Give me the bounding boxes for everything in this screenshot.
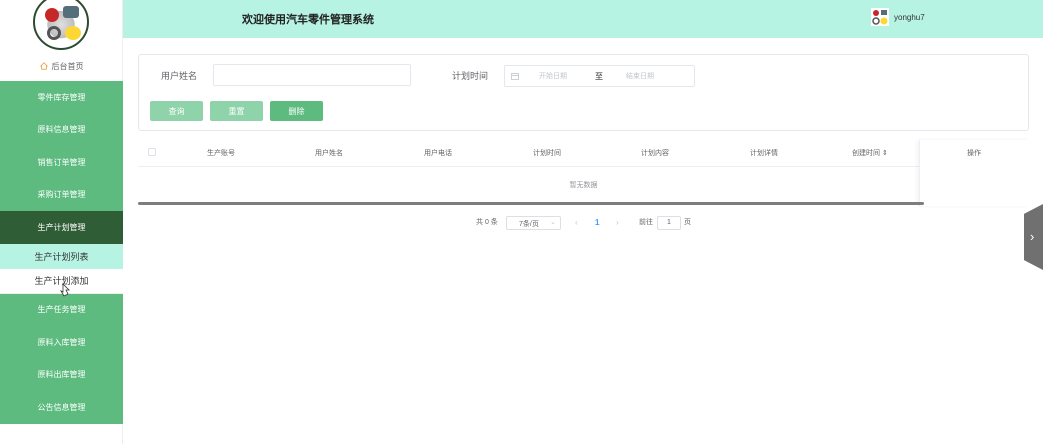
chevron-down-icon: ⌄ [550,219,556,226]
mouse-cursor-icon [60,283,70,297]
home-icon [39,62,48,70]
column-header[interactable]: 用户姓名 [315,148,343,158]
operations-column: 操作 [919,140,1029,206]
column-header-sortable[interactable]: 创建时间 ⇕ [852,148,888,158]
username[interactable]: yonghu7 [894,13,925,22]
plan-time-range-picker[interactable]: 开始日期 至 结束日期 [504,65,695,87]
goto-page-input[interactable]: 1 [657,216,681,230]
page-title: 欢迎使用汽车零件管理系统 [242,14,374,26]
sidebar-item-purchase-orders[interactable]: 采购订单管理 [0,178,123,211]
select-all-checkbox[interactable] [148,148,156,156]
page-size-select[interactable]: 7条/页 ⌄ [506,216,561,230]
sidebar-item-label: 生产计划列表 [34,251,89,262]
column-header: 操作 [967,150,981,157]
sidebar-item-label: 采购订单管理 [37,190,86,200]
username-label: 用户姓名 [161,71,198,81]
horizontal-scrollbar[interactable] [138,202,924,205]
sidebar-item-label: 生产计划管理 [37,222,86,232]
page-suffix: 页 [684,219,691,226]
goto-label: 前往 [639,219,653,226]
sidebar-item-label: 销售订单管理 [37,157,86,167]
delete-button[interactable]: 删除 [270,101,323,121]
sidebar-item-parts-inventory[interactable]: 零件库存管理 [0,81,123,114]
home-link[interactable]: 后台首页 [0,58,123,74]
logo [33,0,89,50]
calendar-icon [511,73,519,80]
end-date-input[interactable]: 结束日期 [626,71,654,81]
pagination-total: 共 0 条 [476,219,498,226]
sidebar-item-sales-orders[interactable]: 销售订单管理 [0,146,123,179]
column-header[interactable]: 计划内容 [641,148,669,158]
sidebar-item-production-tasks[interactable]: 生产任务管理 [0,293,123,326]
chevron-right-icon: › [1030,229,1035,244]
username-input[interactable] [213,64,411,86]
sidebar-item-notices[interactable]: 公告信息管理 [0,391,123,424]
logo-image [33,0,89,50]
sidebar-subitem-plan-list[interactable]: 生产计划列表 [0,243,123,269]
next-page-icon[interactable]: › [616,218,619,227]
search-panel: 用户姓名 计划时间 开始日期 至 结束日期 查询 重置 删除 [138,54,1029,131]
prev-page-icon[interactable]: ‹ [575,218,578,227]
sidebar-menu: 零件库存管理 原料信息管理 销售订单管理 采购订单管理 生产计划管理 生产计划列… [0,81,123,424]
home-label: 后台首页 [51,61,84,71]
sidebar-item-label: 公告信息管理 [37,402,86,412]
reset-button[interactable]: 重置 [210,101,263,121]
column-header[interactable]: 用户电话 [424,148,452,158]
sidebar-item-material-info[interactable]: 原料信息管理 [0,113,123,146]
table-header: 生产账号 用户姓名 用户电话 计划时间 计划内容 计划详情 创建时间 ⇕ [138,140,1029,167]
column-header[interactable]: 生产账号 [207,148,235,158]
page-number-current[interactable]: 1 [595,218,599,227]
drawer-toggle-button[interactable]: › [1024,204,1043,270]
top-header: 欢迎使用汽车零件管理系统 yonghu7 [123,0,1043,38]
empty-text: 暂无数据 [569,182,598,189]
page-size-value: 7条/页 [519,221,539,228]
column-header[interactable]: 计划时间 [533,148,561,158]
sidebar-item-label: 原料出库管理 [37,370,86,380]
sidebar: 后台首页 零件库存管理 原料信息管理 销售订单管理 采购订单管理 生产计划管理 … [0,0,123,444]
sidebar-item-production-plans[interactable]: 生产计划管理 [0,211,123,244]
data-table: 生产账号 用户姓名 用户电话 计划时间 计划内容 计划详情 创建时间 ⇕ 操作 … [138,140,1029,206]
sidebar-item-label: 原料信息管理 [37,125,86,135]
sidebar-item-material-inbound[interactable]: 原料入库管理 [0,326,123,359]
plan-time-label: 计划时间 [452,71,489,81]
sidebar-item-material-outbound[interactable]: 原料出库管理 [0,358,123,391]
date-separator: 至 [595,72,603,81]
query-button[interactable]: 查询 [150,101,203,121]
column-header[interactable]: 计划详情 [750,148,778,158]
sidebar-item-label: 零件库存管理 [37,92,86,102]
sidebar-item-label: 原料入库管理 [37,337,86,347]
avatar[interactable] [871,8,889,26]
start-date-input[interactable]: 开始日期 [539,71,567,81]
sidebar-item-label: 生产任务管理 [37,305,86,315]
